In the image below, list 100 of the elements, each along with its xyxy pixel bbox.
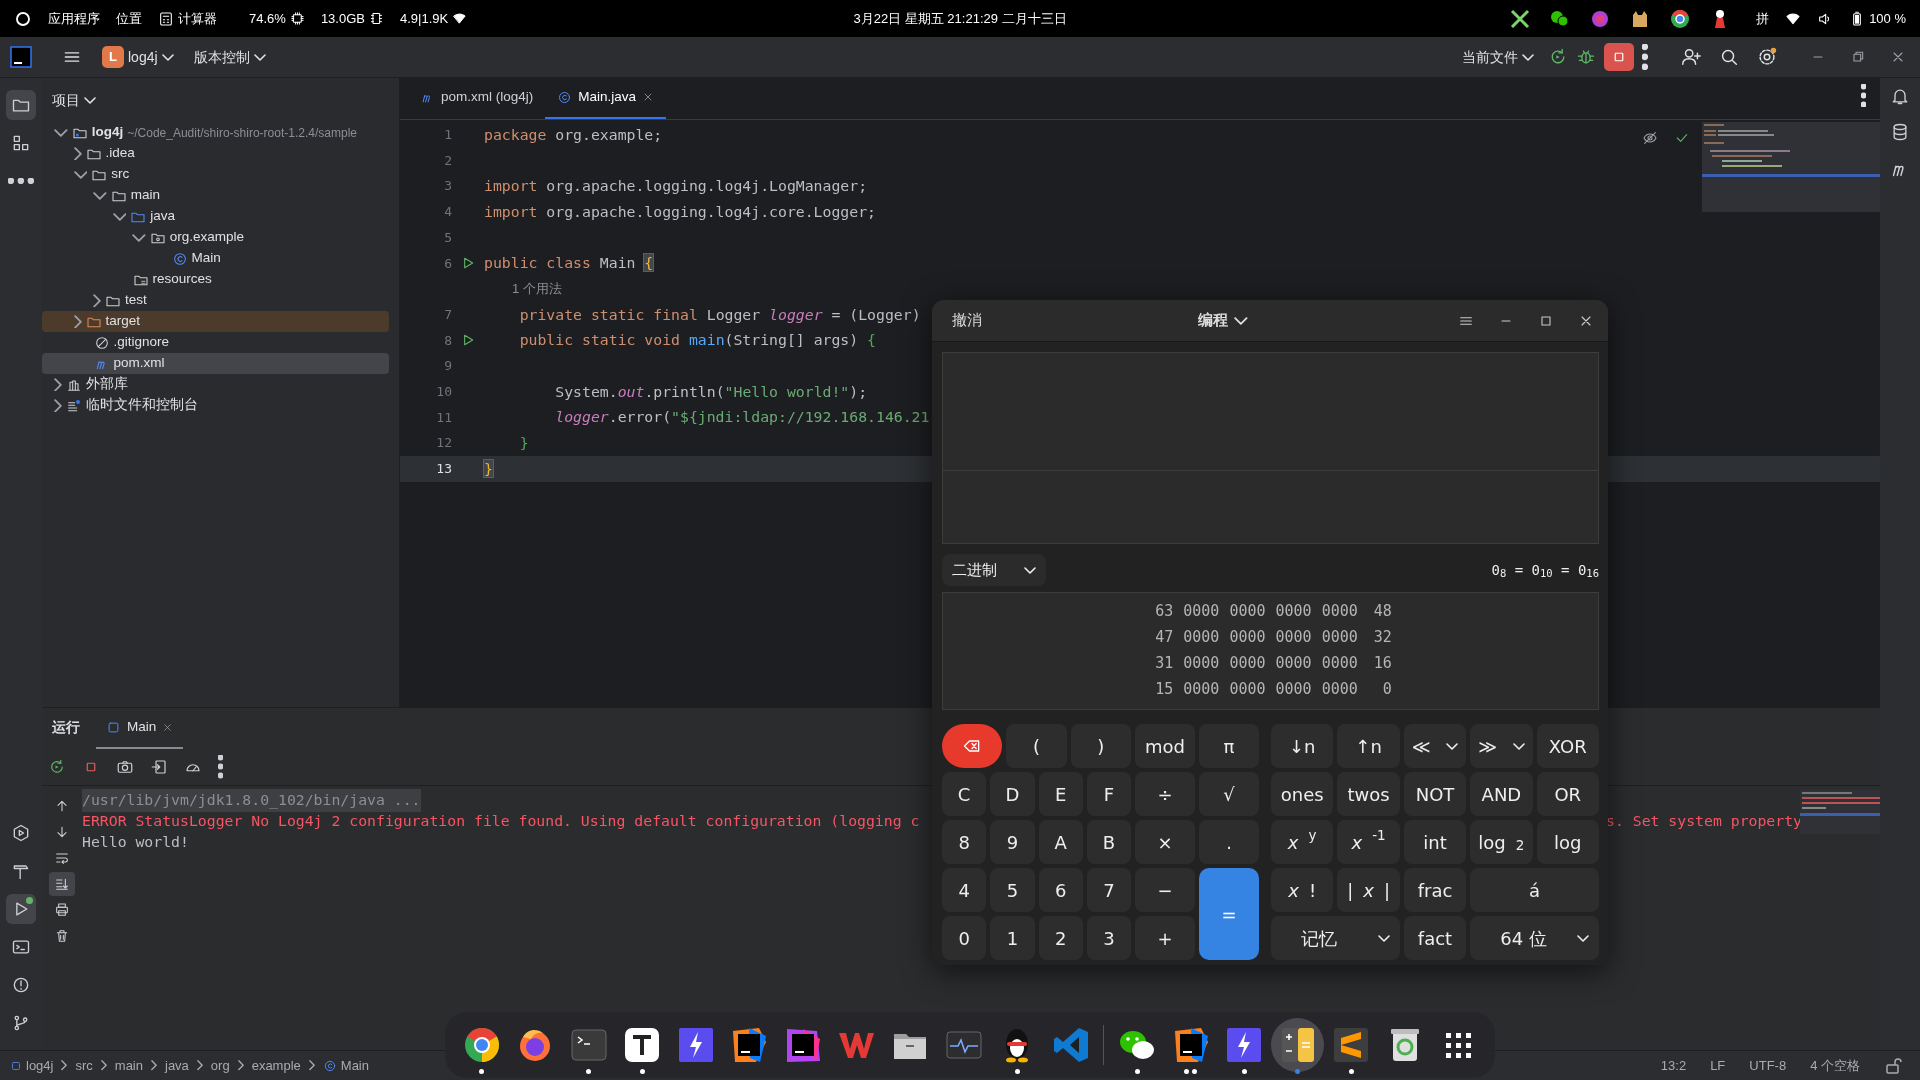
chevron-icon[interactable] — [93, 293, 101, 308]
tree-item[interactable]: src — [42, 164, 389, 185]
breadcrumb-item[interactable]: example — [251, 1055, 301, 1076]
calculator-key[interactable]: twos — [1337, 772, 1400, 816]
more-icon[interactable] — [1642, 44, 1648, 70]
calculator-key[interactable]: A — [1038, 820, 1083, 864]
tree-item[interactable]: java — [42, 206, 389, 227]
backspace-button[interactable] — [942, 724, 1003, 768]
tree-item[interactable]: target — [42, 311, 389, 332]
camera-icon[interactable] — [116, 758, 134, 776]
calculator-key[interactable]: ) — [1070, 724, 1131, 768]
calculator-key[interactable]: fact — [1403, 916, 1467, 960]
chevron-icon[interactable] — [73, 170, 88, 179]
equals-button[interactable]: = — [1199, 868, 1259, 960]
tree-item[interactable]: test — [42, 290, 389, 311]
calculator-key[interactable]: NOT — [1403, 772, 1467, 816]
chevron-icon[interactable] — [93, 191, 107, 200]
calculator-key[interactable]: á — [1470, 868, 1599, 912]
hidden-eye-icon[interactable] — [1642, 130, 1658, 146]
line-ending-indicator[interactable]: LF — [1710, 1055, 1726, 1076]
vcs-menu[interactable]: 版本控制 — [187, 42, 272, 72]
calculator-key[interactable]: D — [990, 772, 1035, 816]
calculator-key[interactable]: 9 — [990, 820, 1035, 864]
run-tab[interactable]: Main — [96, 708, 184, 749]
chevron-icon[interactable] — [73, 314, 82, 329]
calculator-key[interactable]: − — [1135, 868, 1195, 912]
calculator-key[interactable]: × — [1135, 820, 1195, 864]
calculator-key[interactable]: B — [1086, 820, 1131, 864]
calculator-key[interactable]: √ — [1199, 772, 1259, 816]
chevron-icon[interactable] — [73, 146, 82, 161]
calculator-key[interactable]: 4 — [942, 868, 987, 912]
undo-button[interactable]: 撤消 — [946, 305, 988, 336]
calculator-key[interactable]: C — [942, 772, 987, 816]
breadcrumb-item[interactable]: src — [75, 1055, 93, 1076]
calculator-key[interactable]: ÷ — [1135, 772, 1195, 816]
calculator-key[interactable]: π — [1199, 724, 1259, 768]
calculator-key[interactable]: . — [1199, 820, 1259, 864]
ide-logo-icon[interactable] — [10, 46, 32, 68]
mode-menu[interactable]: 编程 — [1192, 305, 1254, 336]
add-user-icon[interactable] — [1680, 46, 1702, 68]
calculator-key[interactable]: AND — [1470, 772, 1533, 816]
restore-icon[interactable] — [1850, 49, 1866, 65]
calculator-key[interactable]: XOR — [1536, 724, 1599, 768]
calculator-key[interactable]: |x| — [1337, 868, 1400, 912]
indent-indicator[interactable]: 4 个空格 — [1810, 1055, 1860, 1076]
unlock-icon[interactable] — [1884, 1056, 1902, 1075]
calculator-key[interactable]: 7 — [1086, 868, 1131, 912]
menu-item[interactable]: 应用程序 — [48, 8, 100, 29]
tree-item[interactable]: 临时文件和控制台 — [42, 395, 389, 416]
usage-hint[interactable]: 1 个用法 — [484, 279, 562, 299]
chevron-icon[interactable] — [132, 233, 146, 242]
calculator-key[interactable]: ≫ — [1470, 724, 1533, 768]
chevron-icon[interactable] — [54, 377, 62, 392]
project-switcher[interactable]: L log4j — [96, 42, 180, 72]
panel-title-menu[interactable]: 项目 — [52, 89, 96, 111]
chevron-icon[interactable] — [54, 128, 68, 137]
tree-item[interactable]: main — [42, 185, 389, 206]
more-icon[interactable] — [218, 755, 224, 779]
calculator-key[interactable]: x$^{y}$ — [1271, 820, 1334, 864]
calculator-key[interactable]: 0 — [942, 916, 987, 960]
console-tool-button[interactable] — [49, 872, 75, 896]
tree-item[interactable]: resources — [42, 269, 389, 290]
rerun-icon[interactable] — [48, 758, 66, 776]
stop-button[interactable] — [1604, 43, 1635, 71]
calculator-key[interactable]: log$_{2}$ — [1470, 820, 1533, 864]
calculator-key[interactable]: 记忆 — [1271, 916, 1400, 960]
calculator-key[interactable]: x! — [1271, 868, 1334, 912]
calculator-key[interactable]: 8 — [942, 820, 987, 864]
chevron-icon[interactable] — [54, 398, 62, 413]
calculator-key[interactable]: + — [1135, 916, 1195, 960]
clock[interactable]: 3月22日 星期五 21:21:29 二月十三日 — [853, 8, 1067, 29]
calculator-key[interactable]: log — [1536, 820, 1599, 864]
tree-item[interactable]: 外部库 — [42, 374, 389, 395]
tree-item[interactable]: Main — [42, 248, 389, 269]
position-indicator[interactable]: 13:2 — [1660, 1055, 1687, 1076]
system-logo-icon[interactable] — [14, 9, 32, 28]
breadcrumb-item[interactable]: main — [114, 1055, 143, 1076]
calculator-key[interactable]: 1 — [990, 916, 1035, 960]
calculator-key[interactable]: 2 — [1038, 916, 1083, 960]
calculator-key[interactable]: 5 — [990, 868, 1035, 912]
chevron-icon[interactable] — [112, 212, 127, 221]
breadcrumb-item[interactable]: org — [210, 1055, 230, 1076]
app-name[interactable]: 计算器 — [178, 8, 217, 29]
calculator-key[interactable]: mod — [1135, 724, 1195, 768]
menu-item[interactable]: 位置 — [116, 8, 142, 29]
breadcrumb-item[interactable]: java — [165, 1055, 189, 1076]
calculator-key[interactable]: OR — [1536, 772, 1599, 816]
tree-item[interactable]: org.example — [42, 227, 389, 248]
encoding-indicator[interactable]: UTF-8 — [1749, 1055, 1787, 1076]
settings-icon[interactable] — [1756, 46, 1778, 68]
editor-tab[interactable]: pom.xml (log4j) — [408, 77, 546, 119]
calculator-key[interactable]: ones — [1271, 772, 1334, 816]
tree-item[interactable]: .gitignore — [42, 332, 389, 353]
calculator-key[interactable]: E — [1038, 772, 1083, 816]
tool-window-button[interactable] — [6, 90, 36, 120]
editor-tab[interactable]: Main.java — [545, 77, 667, 119]
tree-item[interactable]: pom.xml — [42, 353, 389, 374]
run-config-selector[interactable]: 当前文件 — [1456, 42, 1541, 72]
calculator-key[interactable]: ↑n — [1337, 724, 1400, 768]
calculator-key[interactable]: int — [1403, 820, 1467, 864]
